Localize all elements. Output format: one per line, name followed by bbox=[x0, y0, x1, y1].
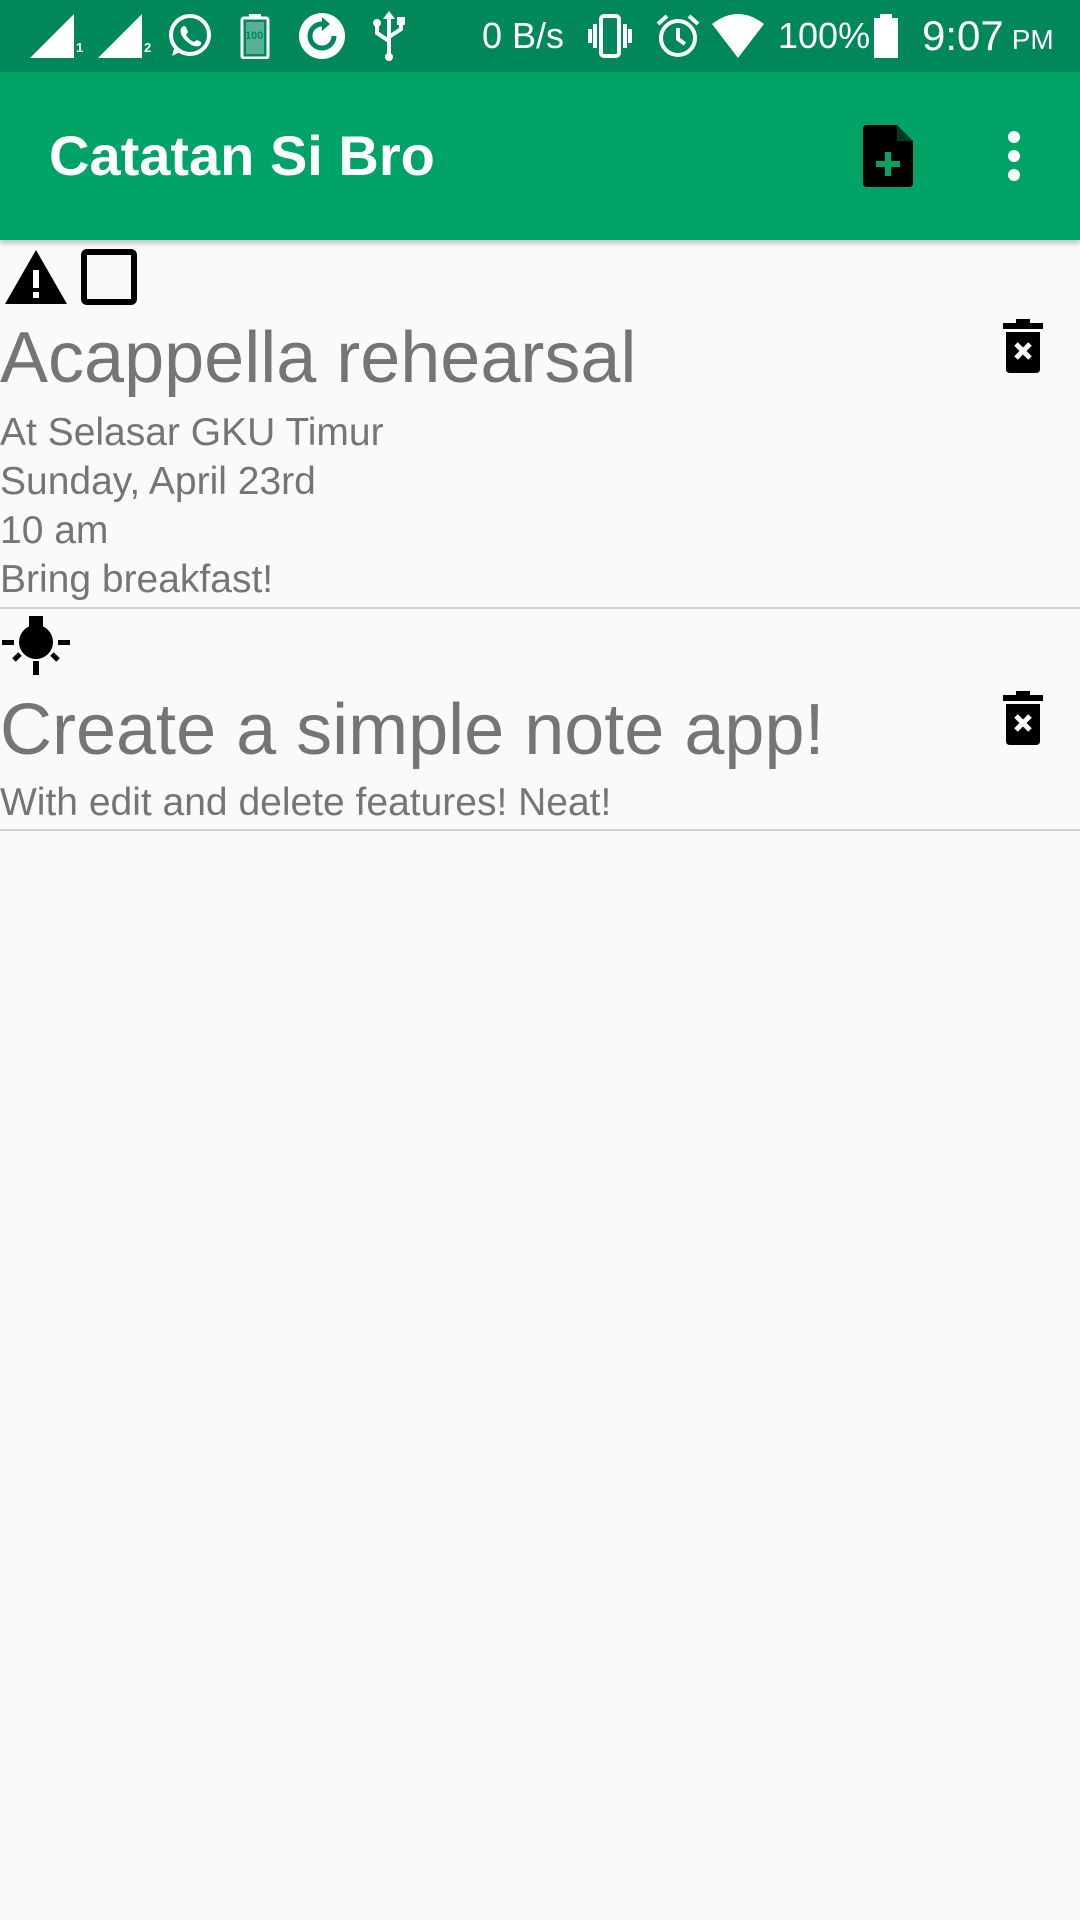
delete-forever-icon bbox=[1003, 691, 1043, 745]
wifi-icon bbox=[710, 0, 766, 72]
note-title: Acappella rehearsal bbox=[0, 318, 637, 398]
network-speed-text: 0 B/s bbox=[482, 15, 565, 56]
checkbox-icon[interactable] bbox=[81, 249, 137, 305]
add-note-icon bbox=[863, 125, 913, 187]
vibrate-icon bbox=[588, 0, 632, 72]
note-divider bbox=[0, 607, 1080, 609]
lightbulb-icon bbox=[2, 616, 70, 675]
sim2-label: 2 bbox=[144, 40, 152, 55]
delete-note-button[interactable] bbox=[990, 682, 1056, 754]
battery-saver-label: 100 bbox=[245, 30, 264, 42]
whatsapp-icon bbox=[166, 0, 214, 72]
sync-icon bbox=[298, 0, 346, 72]
clock-ampm: PM bbox=[1011, 24, 1054, 55]
app-screen: 1 2 100 0 B/s 100% 9:07 PM Catatan Si Br… bbox=[0, 0, 1080, 1920]
add-note-button[interactable] bbox=[856, 118, 920, 194]
usb-icon bbox=[372, 0, 406, 72]
note-body: With edit and delete features! Neat! bbox=[0, 781, 612, 824]
signal-sim2-icon: 2 bbox=[96, 0, 156, 72]
battery-percent: 100% bbox=[778, 0, 870, 72]
note-body: At Selasar GKU Timur Sunday, April 23rd … bbox=[0, 411, 384, 601]
delete-note-button[interactable] bbox=[990, 310, 1056, 382]
note-item[interactable]: Acappella rehearsal At Selasar GKU Timur… bbox=[0, 240, 1080, 608]
signal-sim1-icon: 1 bbox=[28, 0, 88, 72]
clock-time: 9:07 bbox=[922, 12, 1004, 59]
note-icons bbox=[0, 612, 72, 678]
note-icons bbox=[0, 248, 137, 306]
warning-icon bbox=[5, 250, 67, 304]
note-divider bbox=[0, 829, 1080, 831]
note-title: Create a simple note app! bbox=[0, 690, 825, 770]
delete-forever-icon bbox=[1003, 319, 1043, 373]
battery-percent-text: 100% bbox=[778, 15, 871, 56]
network-speed: 0 B/s bbox=[482, 0, 564, 72]
battery-saver-icon: 100 bbox=[240, 0, 270, 72]
app-bar: Catatan Si Bro bbox=[0, 72, 1080, 240]
alarm-icon bbox=[654, 0, 702, 72]
note-item[interactable]: Create a simple note app! With edit and … bbox=[0, 610, 1080, 830]
clock: 9:07 PM bbox=[922, 0, 1054, 72]
overflow-menu-button[interactable] bbox=[984, 118, 1044, 194]
status-bar: 1 2 100 0 B/s 100% 9:07 PM bbox=[0, 0, 1080, 72]
battery-icon bbox=[872, 0, 900, 72]
app-title: Catatan Si Bro bbox=[49, 124, 435, 187]
sim1-label: 1 bbox=[76, 40, 84, 55]
more-vert-icon bbox=[1008, 131, 1020, 181]
